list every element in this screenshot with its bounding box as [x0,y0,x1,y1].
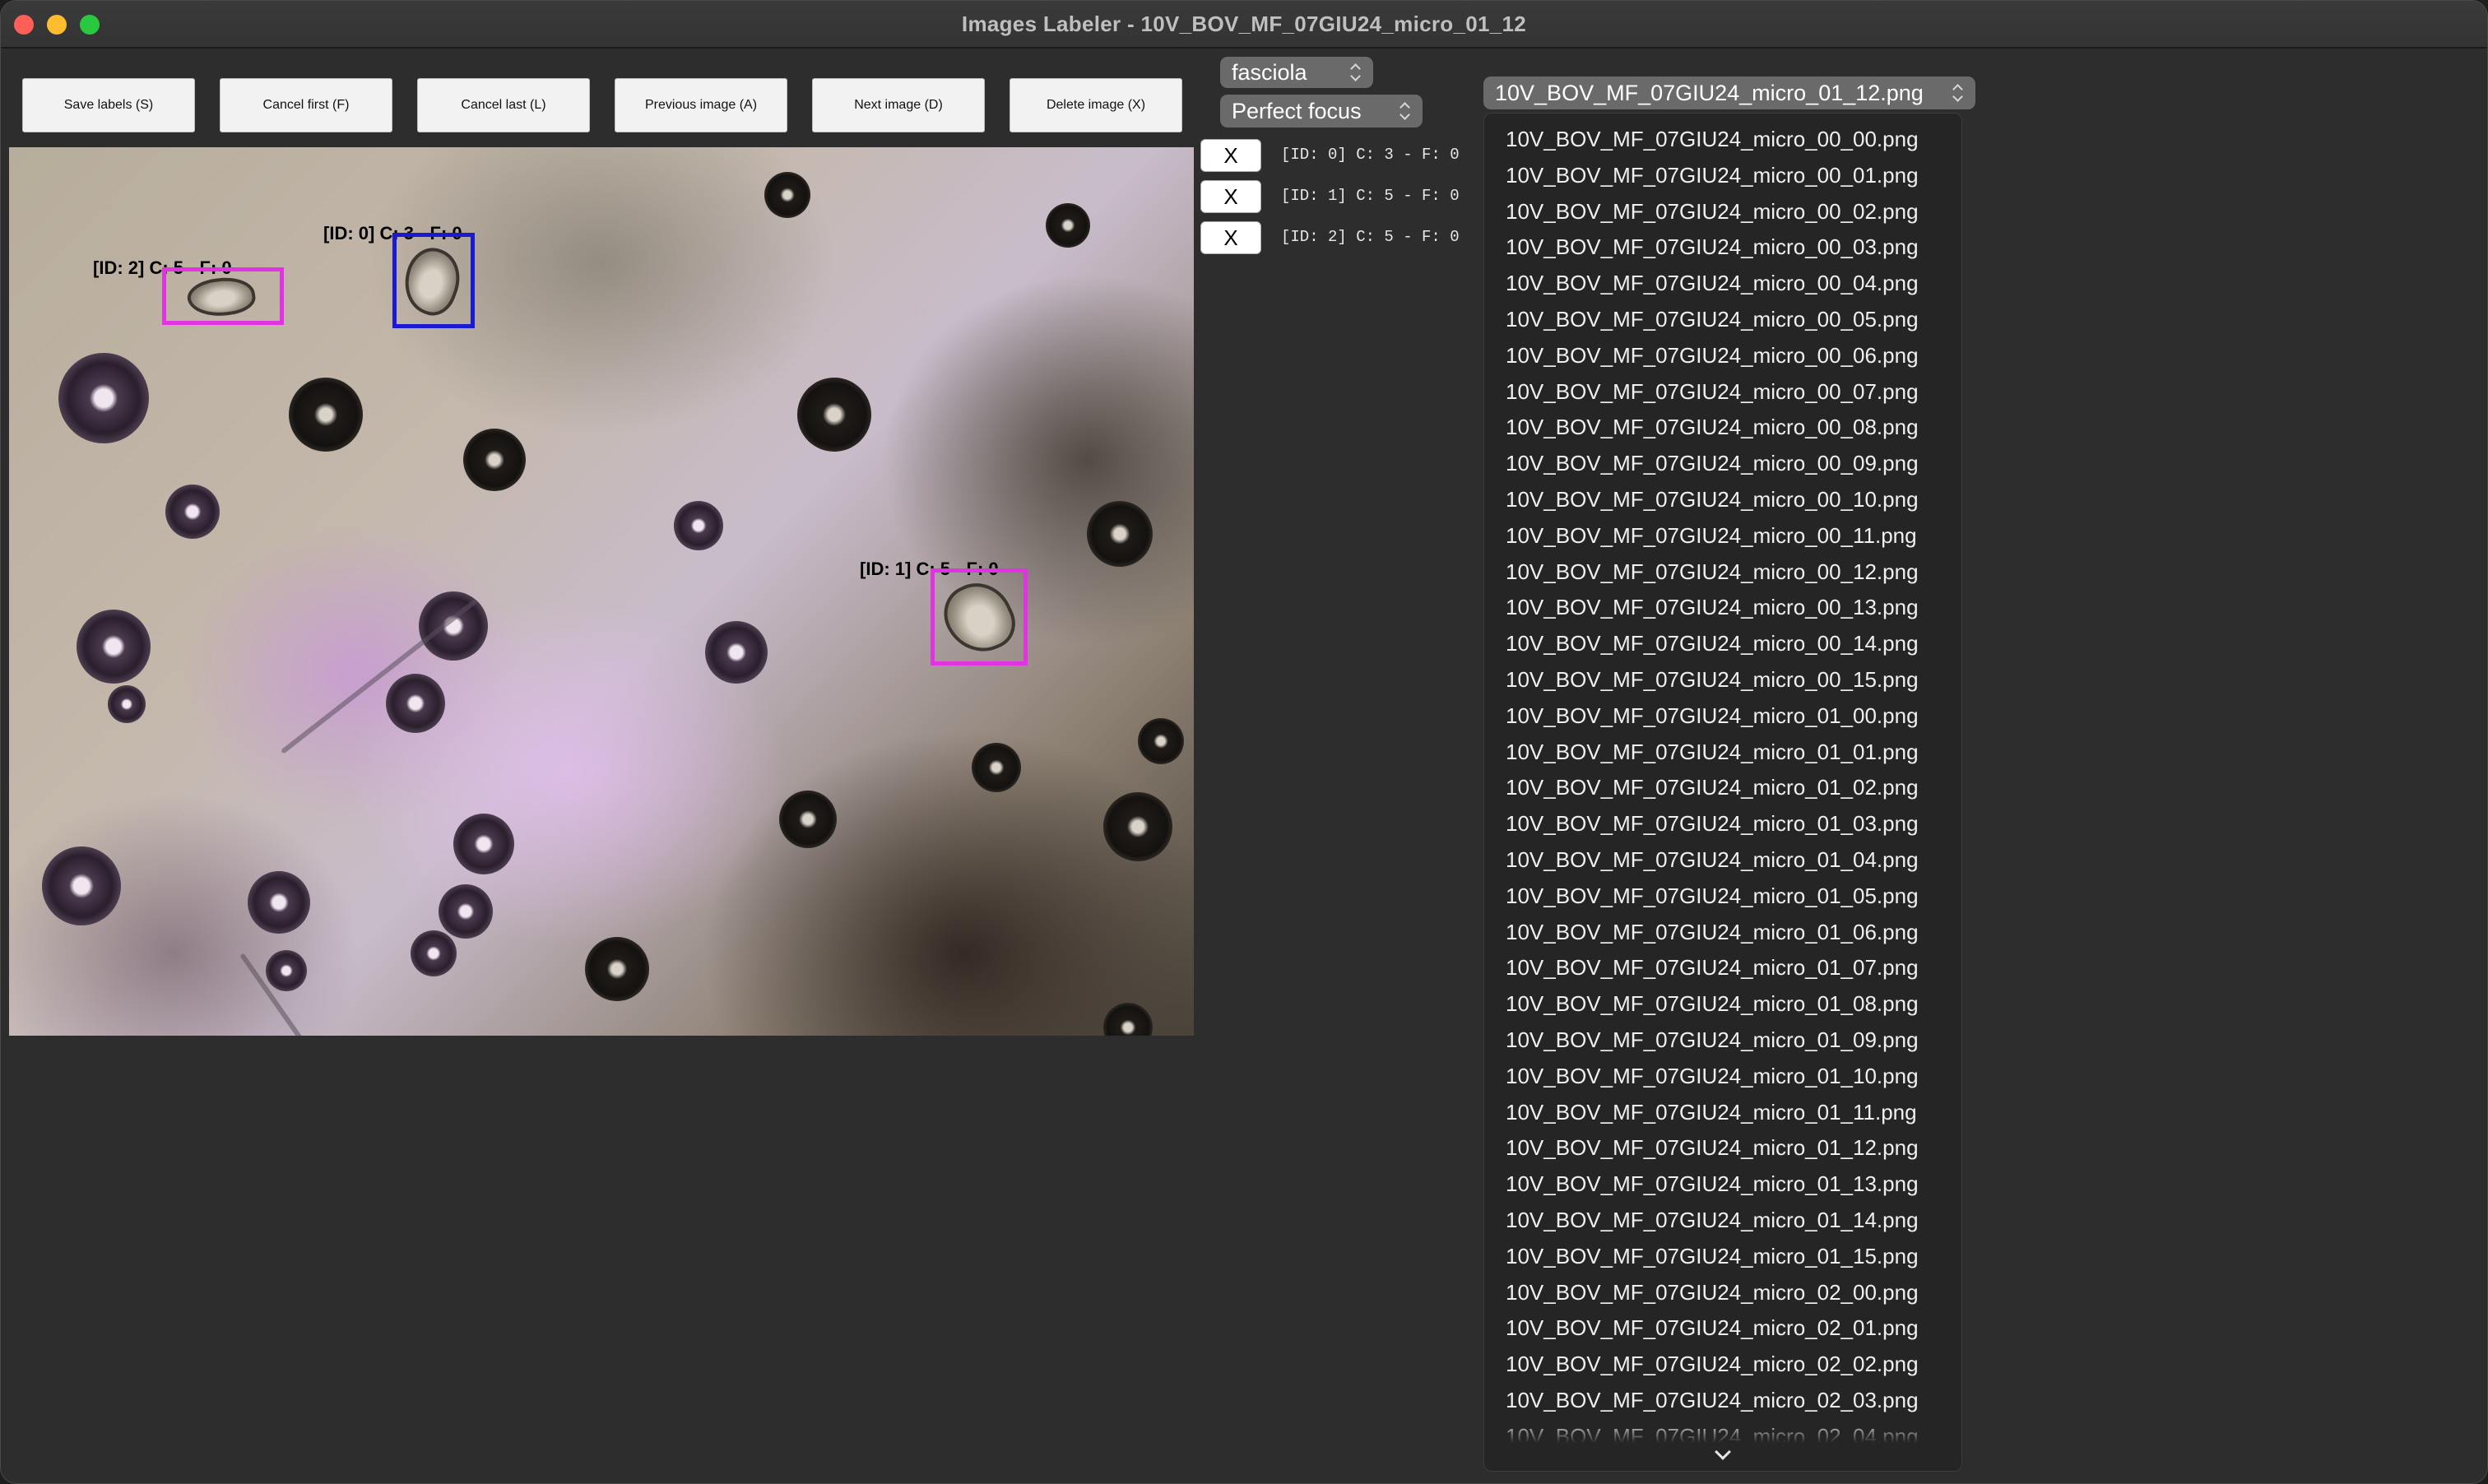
file-menu-item[interactable]: 10V_BOV_MF_07GIU24_micro_01_06.png [1484,915,1961,951]
microscope-fiber [280,598,479,754]
microscope-bubble [419,591,488,661]
file-menu-item[interactable]: 10V_BOV_MF_07GIU24_micro_01_14.png [1484,1203,1961,1239]
app-window: Images Labeler - 10V_BOV_MF_07GIU24_micr… [0,0,2488,1484]
file-menu-item[interactable]: 10V_BOV_MF_07GIU24_micro_00_02.png [1484,194,1961,230]
file-menu-item[interactable]: 10V_BOV_MF_07GIU24_micro_01_08.png [1484,986,1961,1023]
label-list-item: [ID: 0] C: 3 - F: 0 [1281,146,1460,164]
parasite-egg [934,572,1024,664]
file-menu-item[interactable]: 10V_BOV_MF_07GIU24_micro_00_10.png [1484,482,1961,518]
microscope-bubble [1103,792,1172,861]
microscope-bubble [1046,203,1090,248]
file-menu-item[interactable]: 10V_BOV_MF_07GIU24_micro_02_03.png [1484,1383,1961,1419]
chevron-updown-icon [1400,101,1411,121]
file-menu-item[interactable]: 10V_BOV_MF_07GIU24_micro_01_04.png [1484,842,1961,879]
file-menu-item[interactable]: 10V_BOV_MF_07GIU24_micro_00_12.png [1484,554,1961,591]
remove-label-button[interactable]: X [1200,139,1261,172]
title-bar: Images Labeler - 10V_BOV_MF_07GIU24_micr… [1,1,2487,49]
microscope-bubble [585,937,649,1001]
microscope-bubble [108,685,146,723]
file-menu-item[interactable]: 10V_BOV_MF_07GIU24_micro_00_11.png [1484,518,1961,554]
microscope-bubble [705,621,768,684]
previous-image-button[interactable]: Previous image (A) [615,78,787,132]
file-menu-item[interactable]: 10V_BOV_MF_07GIU24_micro_00_14.png [1484,626,1961,662]
file-menu-item[interactable]: 10V_BOV_MF_07GIU24_micro_02_02.png [1484,1347,1961,1383]
chevron-updown-icon [1350,63,1362,82]
file-menu-item[interactable]: 10V_BOV_MF_07GIU24_micro_01_11.png [1484,1095,1961,1131]
microscope-bubble [764,172,810,218]
file-menu-item[interactable]: 10V_BOV_MF_07GIU24_micro_02_00.png [1484,1275,1961,1311]
file-menu-item[interactable]: 10V_BOV_MF_07GIU24_micro_00_06.png [1484,338,1961,374]
file-menu-item[interactable]: 10V_BOV_MF_07GIU24_micro_01_03.png [1484,806,1961,842]
microscope-bubble [453,814,514,874]
file-menu-item[interactable]: 10V_BOV_MF_07GIU24_micro_01_13.png [1484,1166,1961,1203]
microscope-bubble [972,743,1021,792]
remove-label-button[interactable]: X [1200,221,1261,254]
file-menu-item[interactable]: 10V_BOV_MF_07GIU24_micro_00_03.png [1484,230,1961,266]
image-canvas[interactable]: [ID: 2] C: 5 - F: 0 [ID: 0] C: 3 - F: 0 … [9,147,1194,1036]
file-menu-item[interactable]: 10V_BOV_MF_07GIU24_micro_00_08.png [1484,410,1961,446]
microscope-bubble [797,378,871,452]
file-menu-item[interactable]: 10V_BOV_MF_07GIU24_micro_01_01.png [1484,735,1961,771]
microscope-bubble [77,610,151,684]
label-list-item: [ID: 2] C: 5 - F: 0 [1281,228,1460,246]
delete-image-button[interactable]: Delete image (X) [1010,78,1182,132]
microscope-bubble [1103,1003,1153,1036]
file-menu-item[interactable]: 10V_BOV_MF_07GIU24_micro_01_09.png [1484,1023,1961,1059]
file-menu-item[interactable]: 10V_BOV_MF_07GIU24_micro_00_01.png [1484,158,1961,194]
microscope-bubble [165,485,220,539]
parasite-egg [185,273,258,321]
file-menu-item[interactable]: 10V_BOV_MF_07GIU24_micro_01_10.png [1484,1059,1961,1095]
file-menu-list: 10V_BOV_MF_07GIU24_micro_00_00.png 10V_BO… [1484,122,1961,1454]
file-menu-item[interactable]: 10V_BOV_MF_07GIU24_micro_00_04.png [1484,266,1961,302]
microscope-bubble [42,846,121,925]
file-menu-item[interactable]: 10V_BOV_MF_07GIU24_micro_01_00.png [1484,698,1961,735]
file-menu-item[interactable]: 10V_BOV_MF_07GIU24_micro_00_00.png [1484,122,1961,158]
next-image-button[interactable]: Next image (D) [812,78,985,132]
microscope-bubble [386,674,445,733]
focus-select-value: Perfect focus [1232,98,1362,123]
microscope-bubble [1138,718,1184,764]
cancel-last-button[interactable]: Cancel last (L) [417,78,590,132]
microscope-bubble [1087,501,1153,567]
class-select[interactable]: fasciola [1220,57,1373,88]
file-menu-item[interactable]: 10V_BOV_MF_07GIU24_micro_01_05.png [1484,879,1961,915]
file-menu-item[interactable]: 10V_BOV_MF_07GIU24_micro_01_07.png [1484,950,1961,986]
parasite-egg [395,241,469,322]
cancel-first-button[interactable]: Cancel first (F) [220,78,392,132]
file-menu-item[interactable]: 10V_BOV_MF_07GIU24_micro_01_12.png [1484,1130,1961,1166]
bounding-box[interactable] [392,233,475,328]
window-title: Images Labeler - 10V_BOV_MF_07GIU24_micr… [961,12,1527,36]
file-menu-item[interactable]: 10V_BOV_MF_07GIU24_micro_00_07.png [1484,374,1961,410]
microscope-bubble [674,501,723,550]
remove-label-button[interactable]: X [1200,180,1261,213]
bounding-box[interactable] [162,267,284,325]
microscope-bubble [463,429,526,491]
file-menu-item[interactable]: 10V_BOV_MF_07GIU24_micro_02_01.png [1484,1310,1961,1347]
file-menu-item[interactable]: 10V_BOV_MF_07GIU24_micro_00_09.png [1484,446,1961,482]
file-menu-item[interactable]: 10V_BOV_MF_07GIU24_micro_01_02.png [1484,770,1961,806]
file-menu-item[interactable]: 10V_BOV_MF_07GIU24_micro_01_15.png [1484,1239,1961,1275]
file-select[interactable]: 10V_BOV_MF_07GIU24_micro_01_12.png [1483,77,1975,109]
microscope-bubble [289,378,363,452]
microscope-bubble [439,884,493,939]
file-select-value: 10V_BOV_MF_07GIU24_micro_01_12.png [1495,80,1924,105]
microscope-bubble [266,950,307,991]
save-labels-button[interactable]: Save labels (S) [22,78,195,132]
microscope-bubble [411,930,457,976]
chevron-updown-icon [1952,83,1964,103]
microscope-bubble [779,791,837,848]
label-list-item: [ID: 1] C: 5 - F: 0 [1281,187,1460,205]
bounding-box[interactable] [931,568,1028,665]
microscope-bubble [248,871,310,934]
file-menu-item[interactable]: 10V_BOV_MF_07GIU24_micro_00_05.png [1484,302,1961,338]
class-select-value: fasciola [1232,59,1307,85]
focus-select[interactable]: Perfect focus [1220,95,1423,128]
file-menu-item[interactable]: 10V_BOV_MF_07GIU24_micro_00_15.png [1484,662,1961,698]
microscope-bubble [58,353,149,443]
file-dropdown-menu[interactable]: 10V_BOV_MF_07GIU24_micro_00_00.png 10V_BO… [1483,113,1962,1472]
file-menu-item[interactable]: 10V_BOV_MF_07GIU24_micro_00_13.png [1484,590,1961,626]
